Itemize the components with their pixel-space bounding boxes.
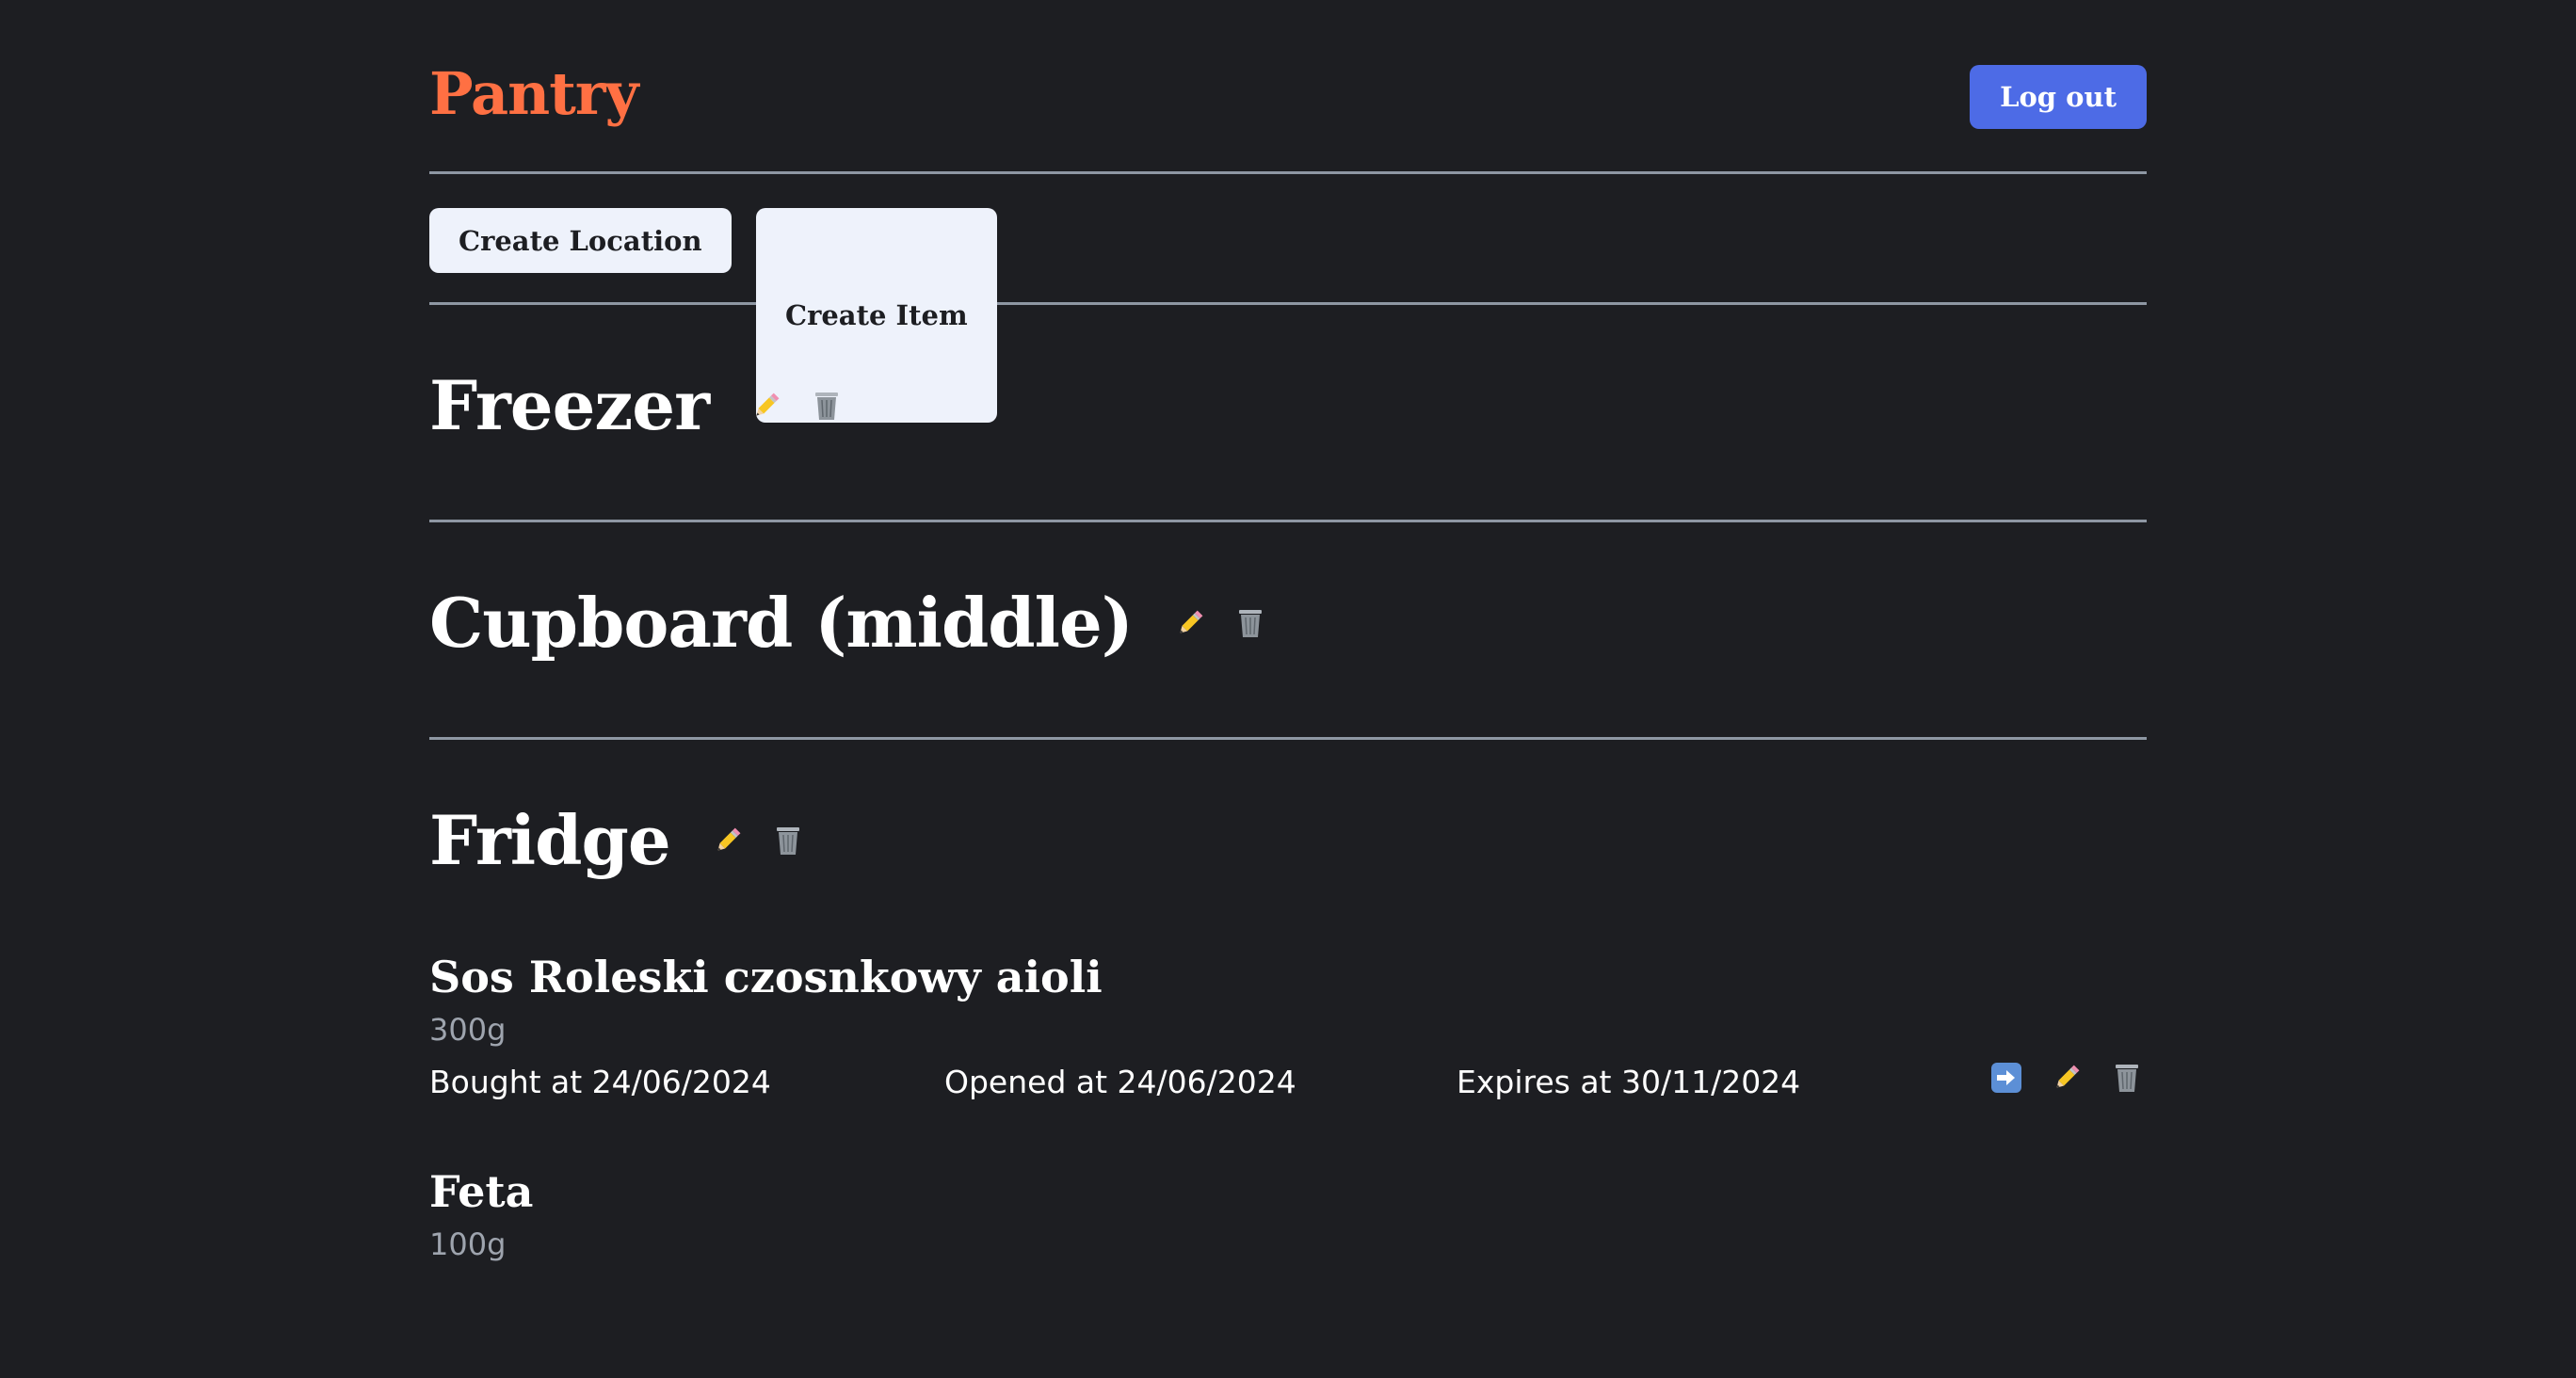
header: Pantry Log out: [429, 0, 2147, 171]
item-quantity: 300g: [429, 1012, 507, 1048]
location-fridge: Fridge Sos Roleski czosnkowy aioli 300g …: [429, 740, 2147, 1262]
create-location-button[interactable]: Create Location: [429, 208, 732, 273]
pencil-icon[interactable]: [2047, 1058, 2086, 1098]
trash-icon[interactable]: [2107, 1058, 2147, 1098]
location-cupboard-middle: Cupboard (middle): [429, 522, 2147, 737]
trash-icon[interactable]: [1231, 603, 1270, 643]
item-list: Sos Roleski czosnkowy aioli 300g Bought …: [429, 949, 2147, 1378]
logout-button[interactable]: Log out: [1970, 65, 2147, 129]
item-quantity: 100g: [429, 1226, 507, 1262]
toolbar: Create Location Create Item: [429, 174, 2147, 423]
page-container: Pantry Log out Create Location Create It…: [429, 0, 2147, 1262]
app-title: Pantry: [429, 59, 639, 128]
trash-icon[interactable]: [768, 821, 808, 860]
expires-date: Expires at 30/11/2024: [1457, 1064, 1801, 1100]
trash-icon[interactable]: [807, 386, 846, 425]
opened-date: Opened at 24/06/2024: [944, 1064, 1296, 1100]
item-actions: [1966, 1058, 2147, 1098]
location-title: Freezer: [429, 365, 710, 445]
location-freezer: Freezer: [429, 305, 2147, 520]
item-name: Sos Roleski czosnkowy aioli: [429, 952, 1103, 1002]
location-header: Cupboard (middle): [429, 583, 1270, 664]
location-title: Cupboard (middle): [429, 583, 1134, 663]
arrow-right-icon[interactable]: [1987, 1058, 2026, 1098]
pencil-icon[interactable]: [1170, 603, 1210, 643]
list-item: Feta 100g: [429, 1163, 2147, 1378]
location-header: Fridge: [429, 800, 808, 881]
pencil-icon[interactable]: [747, 386, 786, 425]
location-title: Fridge: [429, 800, 671, 880]
list-item: Sos Roleski czosnkowy aioli 300g Bought …: [429, 949, 2147, 1163]
pencil-icon[interactable]: [708, 821, 748, 860]
item-name: Feta: [429, 1166, 534, 1217]
location-header: Freezer: [429, 365, 846, 446]
bought-date: Bought at 24/06/2024: [429, 1064, 771, 1100]
